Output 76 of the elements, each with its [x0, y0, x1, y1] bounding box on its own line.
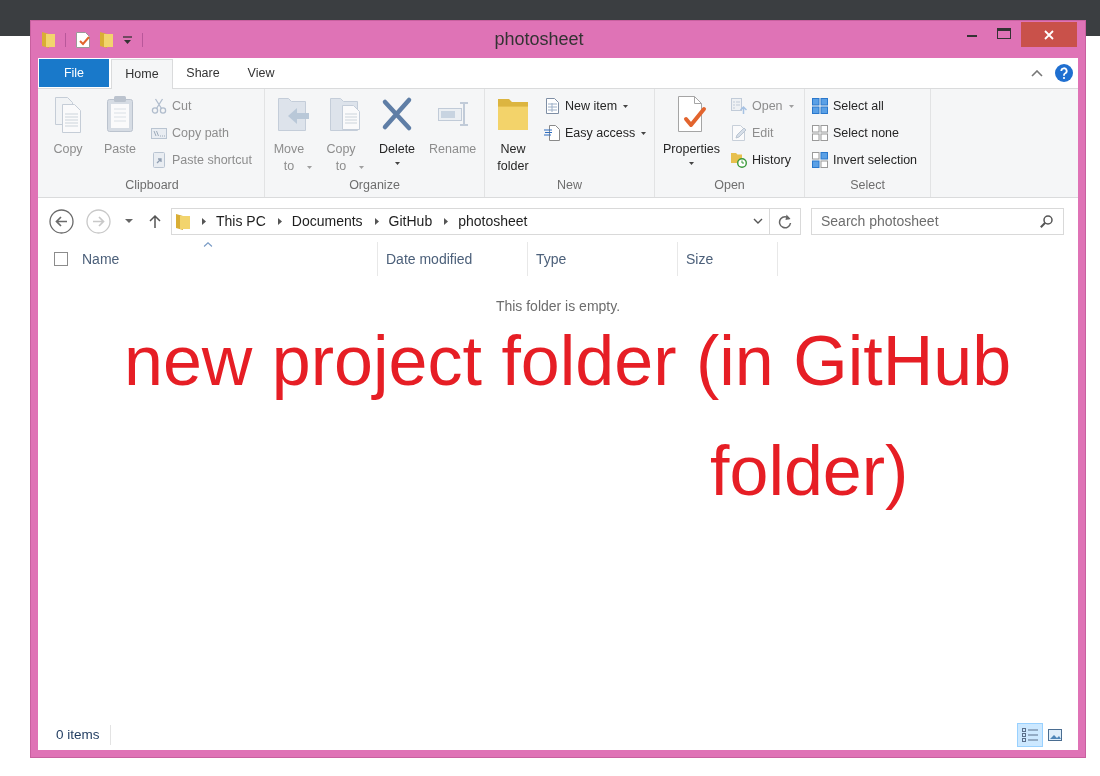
folder-arrow-icon: [277, 95, 309, 133]
column-header[interactable]: Type: [536, 248, 567, 270]
refresh-button[interactable]: [770, 207, 801, 235]
checkbox[interactable]: [54, 252, 68, 266]
ribbon-button[interactable]: Delete: [373, 93, 421, 165]
item-count: 0 items: [56, 724, 111, 746]
page-grid-icon: [544, 98, 560, 114]
ribbon-button[interactable]: Select all: [809, 95, 921, 117]
delete-x-icon: [381, 95, 413, 133]
folder-page-icon: [329, 95, 361, 133]
caret-down-icon: [394, 162, 400, 165]
column-header[interactable]: Name: [82, 248, 120, 270]
chevron-right-icon[interactable]: [374, 217, 379, 225]
page-check-icon: [675, 95, 708, 133]
picture-icon: [1048, 729, 1062, 741]
ribbon-button[interactable]: Properties: [659, 93, 724, 165]
page-pencil-icon: [731, 125, 747, 141]
group-label: Select: [849, 177, 886, 194]
ribbon-tab[interactable]: View: [233, 59, 289, 88]
chevron-right-icon[interactable]: [277, 217, 282, 225]
caret-down-icon: [307, 166, 313, 169]
ribbon-button[interactable]: Select none: [809, 122, 921, 144]
ribbon-button[interactable]: Easy access: [541, 122, 650, 144]
caret-down-icon: [358, 166, 364, 169]
breadcrumb[interactable]: This PC: [216, 210, 266, 232]
help-icon[interactable]: [1055, 64, 1073, 82]
grid-outline-icon: [812, 125, 828, 141]
ribbon-tab[interactable]: Home: [111, 59, 173, 89]
column-header[interactable]: Date modified: [386, 248, 473, 270]
search-icon: [1040, 214, 1053, 228]
group-label: Open: [713, 177, 746, 194]
address-bar[interactable]: This PC Documents GitHub photosheet: [171, 207, 770, 235]
ribbon-tab[interactable]: File: [39, 59, 109, 87]
grid-filled-icon: [812, 98, 828, 114]
caret-down-icon: [641, 131, 647, 135]
ribbon-button[interactable]: History: [728, 149, 797, 171]
chevron-up-icon[interactable]: [1031, 69, 1043, 77]
caret-down-icon[interactable]: [125, 219, 133, 223]
chevron-right-icon[interactable]: [202, 217, 206, 225]
view-button[interactable]: [1017, 723, 1043, 747]
maximize-icon: [996, 27, 1011, 39]
column-header[interactable]: Size: [686, 248, 714, 270]
group-label: Organize: [348, 177, 401, 194]
ribbon-button[interactable]: New folder: [489, 93, 537, 175]
breadcrumb[interactable]: photosheet: [458, 210, 528, 232]
ribbon-tab[interactable]: Share: [173, 59, 233, 88]
chevron-right-icon[interactable]: [444, 217, 449, 225]
chevron-down-icon[interactable]: [753, 218, 763, 224]
ribbon-button[interactable]: New item: [541, 95, 650, 117]
caret-down-icon: [623, 104, 629, 108]
group-label: New: [556, 177, 583, 194]
clipboard-icon: [104, 95, 136, 133]
details-list-icon: [1022, 728, 1038, 742]
caret-down-icon: [788, 104, 794, 108]
caret-down-icon: [689, 162, 694, 165]
window-title: photosheet: [493, 28, 585, 51]
customize-caret-icon[interactable]: [123, 35, 132, 44]
page-check-icon[interactable]: [76, 31, 90, 48]
search-field[interactable]: Search photosheet: [811, 207, 1064, 235]
grid-mixed-icon: [812, 152, 828, 168]
close-button[interactable]: [1021, 22, 1077, 47]
up-arrow-icon[interactable]: [149, 214, 161, 228]
folder-clock-icon: [731, 152, 747, 168]
empty-folder-message: This folder is empty.: [494, 297, 622, 316]
page-lines-icon: [544, 125, 560, 141]
path-box-icon: [151, 125, 167, 141]
scissors-icon: [151, 98, 167, 114]
close-icon: [1044, 29, 1054, 40]
group-label: Clipboard: [124, 177, 180, 194]
folder-icon: [176, 212, 190, 230]
copy-pages-icon: [52, 95, 84, 133]
ribbon-button[interactable]: Invert selection: [809, 149, 921, 171]
refresh-icon: [778, 213, 792, 229]
list-arrow-icon: [731, 98, 747, 114]
breadcrumb[interactable]: Documents: [291, 210, 363, 232]
breadcrumb[interactable]: GitHub: [388, 210, 433, 232]
